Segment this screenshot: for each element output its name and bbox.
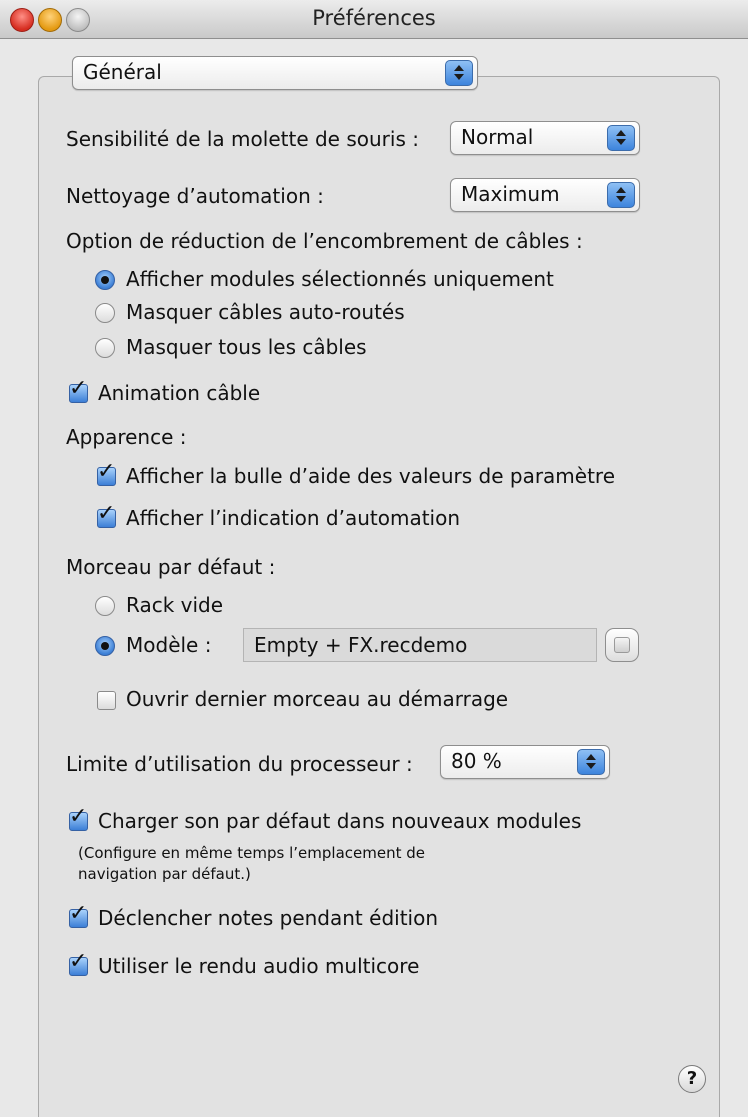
open-last-song-label: Ouvrir dernier morceau au démarrage: [126, 687, 509, 711]
automation-cleanup-value: Maximum: [461, 182, 560, 206]
title-bar: Préférences: [0, 0, 748, 39]
checkmark-icon: ✓: [69, 376, 88, 401]
cable-animation-checkbox[interactable]: ✓: [69, 378, 88, 403]
automation-cleanup-label: Nettoyage d’automation :: [66, 184, 324, 208]
load-default-sound-label: Charger son par défaut dans nouveaux mod…: [98, 809, 582, 833]
radio-template-label: Modèle :: [126, 633, 212, 657]
popup-arrows-icon: [445, 60, 473, 86]
section-popup[interactable]: Général: [72, 56, 478, 90]
cable-animation-label: Animation câble: [98, 381, 261, 405]
radio-dot-icon: [101, 276, 109, 284]
cpu-limit-label: Limite d’utilisation du processeur :: [66, 752, 413, 776]
radio-hide-all-cables[interactable]: [95, 338, 115, 358]
section-popup-value: Général: [83, 60, 162, 84]
radio-hide-auto-routed-label: Masquer câbles auto-routés: [126, 300, 405, 324]
load-default-sound-note: (Configure en même temps l’emplacement d…: [78, 844, 425, 883]
help-button[interactable]: ?: [678, 1065, 706, 1093]
checkmark-icon: ✓: [69, 901, 88, 926]
mouse-wheel-label: Sensibilité de la molette de souris :: [66, 127, 419, 151]
preferences-content: Général Sensibilité de la molette de sou…: [0, 39, 748, 1117]
popup-arrows-icon: [577, 749, 605, 775]
cpu-limit-value: 80 %: [451, 749, 502, 773]
cable-clutter-label: Option de réduction de l’encombrement de…: [66, 229, 583, 253]
multicore-label: Utiliser le rendu audio multicore: [98, 954, 420, 978]
radio-show-selected-modules[interactable]: [95, 270, 115, 290]
radio-dot-icon: [101, 642, 109, 650]
browse-icon: [614, 637, 630, 653]
popup-arrows-icon: [607, 125, 635, 151]
open-last-song-checkbox[interactable]: [97, 691, 116, 710]
automation-indication-label: Afficher l’indication d’automation: [126, 506, 461, 530]
default-song-label: Morceau par défaut :: [66, 555, 276, 579]
radio-show-selected-modules-label: Afficher modules sélectionnés uniquement: [126, 267, 554, 291]
radio-hide-all-cables-label: Masquer tous les câbles: [126, 335, 367, 359]
browse-template-button[interactable]: [605, 628, 639, 662]
param-tooltip-label: Afficher la bulle d’aide des valeurs de …: [126, 464, 616, 488]
automation-indication-checkbox[interactable]: ✓: [97, 503, 116, 528]
automation-cleanup-popup[interactable]: Maximum: [450, 178, 640, 212]
mouse-wheel-value: Normal: [461, 125, 534, 149]
trigger-notes-checkbox[interactable]: ✓: [69, 903, 88, 928]
multicore-checkbox[interactable]: ✓: [69, 951, 88, 976]
checkmark-icon: ✓: [97, 501, 116, 526]
radio-template[interactable]: [95, 636, 115, 656]
window-title: Préférences: [312, 6, 436, 30]
appearance-label: Apparence :: [66, 425, 187, 449]
mouse-wheel-popup[interactable]: Normal: [450, 121, 640, 155]
param-tooltip-checkbox[interactable]: ✓: [97, 461, 116, 486]
checkmark-icon: ✓: [69, 804, 88, 829]
checkmark-icon: ✓: [97, 459, 116, 484]
trigger-notes-label: Déclencher notes pendant édition: [98, 906, 438, 930]
radio-hide-auto-routed[interactable]: [95, 303, 115, 323]
radio-empty-rack-label: Rack vide: [126, 593, 224, 617]
radio-empty-rack[interactable]: [95, 596, 115, 616]
load-default-sound-checkbox[interactable]: ✓: [69, 806, 88, 831]
cpu-limit-popup[interactable]: 80 %: [440, 745, 610, 779]
template-path-value: Empty + FX.recdemo: [254, 633, 468, 657]
popup-arrows-icon: [607, 182, 635, 208]
checkmark-icon: ✓: [69, 949, 88, 974]
template-path-field[interactable]: Empty + FX.recdemo: [243, 628, 597, 662]
